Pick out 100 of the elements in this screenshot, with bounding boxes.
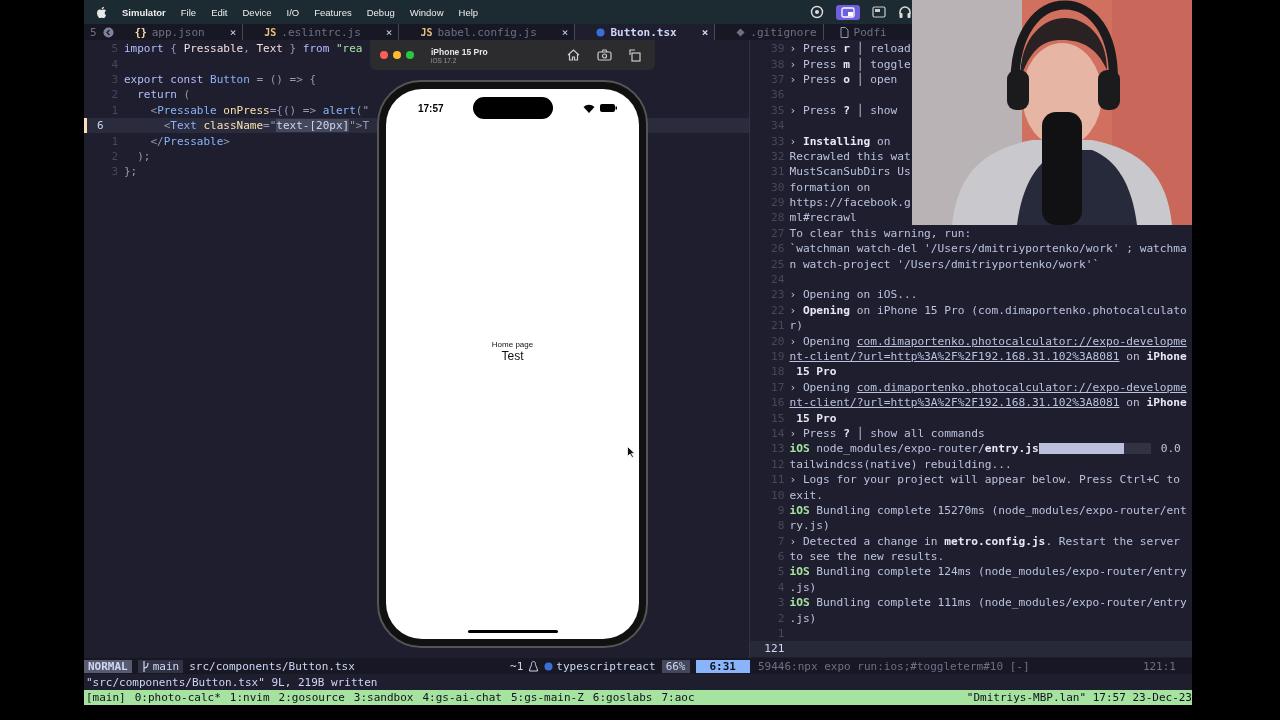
cursor-icon: [627, 446, 635, 458]
branch-icon: [141, 660, 149, 672]
line-number: 121: [763, 642, 786, 656]
terminal-line: › Detected a change in metro.config.js. Restart the server: [789, 534, 1181, 548]
close-button[interactable]: ×: [561, 25, 569, 39]
code-line: return (: [136, 88, 191, 102]
terminal-line: › Logs for your project will appear below. Press Ctrl+C to: [789, 473, 1181, 487]
js-file-icon: JS: [264, 26, 277, 38]
menu-item[interactable]: Debug: [366, 6, 395, 18]
menu-item[interactable]: File: [180, 6, 197, 18]
terminal-line: tailwindcss(native) rebuilding...: [789, 457, 1012, 471]
terminal-line: ml#recrawl: [789, 211, 857, 225]
code-line: export const Button = () => {: [124, 72, 317, 86]
close-button[interactable]: [380, 51, 388, 59]
terminal-line: › Opening on iOS...: [789, 288, 918, 302]
close-button[interactable]: ×: [385, 25, 393, 39]
code-line: <Pressable onPress={() => alert(": [149, 103, 370, 117]
editor-tab[interactable]: Podfi: [823, 24, 887, 40]
file-type: typescriptreact: [544, 659, 656, 673]
editor-tab[interactable]: {} app.json ×: [113, 24, 244, 40]
terminal-line: › Press m │ toggle: [789, 57, 911, 71]
rotate-icon[interactable]: [629, 48, 641, 62]
tmux-window[interactable]: 7:aoc: [661, 691, 695, 704]
terminal-line: exit.: [789, 488, 824, 502]
zoom-button[interactable]: [406, 51, 414, 59]
diamond-icon: [736, 27, 746, 37]
file-path: src/components/Button.tsx: [189, 659, 355, 673]
window-title: iPhone 15 Pro: [431, 46, 488, 57]
camera-icon[interactable]: [597, 49, 612, 61]
terminal-line: To clear this warning, run:: [789, 226, 972, 240]
terminal-line: r): [789, 319, 803, 333]
terminal-line: `watchman watch-del '/Users/dmitriyportenko/work' ; watchma: [789, 242, 1187, 256]
terminal-line: › Installing on: [789, 134, 891, 148]
terminal-line: Recrawled this wat: [789, 149, 911, 163]
terminal-line: ry.js): [789, 519, 830, 533]
test-button[interactable]: Test: [501, 349, 524, 363]
screen-share-icon[interactable]: [836, 4, 860, 20]
line-number: 6: [96, 119, 105, 133]
tmux-window[interactable]: 2:gosource: [278, 691, 345, 704]
terminal-line: nt-client/?url=http%3A%2F%2F192.168.31.102%3A8081 on iPhone: [789, 350, 1187, 363]
editor-tab[interactable]: Button.tsx ×: [575, 24, 716, 40]
close-button[interactable]: ×: [229, 25, 237, 39]
link[interactable]: nt-client/?url=http%3A%2F%2F192.168.31.102%3A8081: [789, 350, 1120, 363]
status-message: "src/components/Button.tsx" 9L, 219B written: [86, 675, 378, 689]
terminal-line: › Press r │ reload: [789, 42, 911, 56]
menu-item[interactable]: I/O: [286, 6, 300, 18]
menu-item[interactable]: Edit: [211, 6, 228, 18]
cursor-position: 6:31: [695, 659, 750, 673]
code-line: import { Pressable, Text } from "rea: [124, 42, 363, 56]
diff-count: ~1: [510, 659, 524, 673]
mode-indicator: NORMAL: [84, 659, 132, 673]
terminal-line: 15 Pro: [795, 411, 837, 425]
terminal-line: to see the new results.: [789, 550, 945, 564]
file-icon: [839, 26, 849, 38]
tmux-window[interactable]: 3:sandbox: [353, 691, 414, 704]
tmux-window[interactable]: 6:goslabs: [592, 691, 653, 704]
link[interactable]: nt-client/?url=http%3A%2F%2F192.168.31.102%3A8081: [789, 396, 1120, 410]
page-heading: Home page: [491, 340, 534, 349]
menu-item[interactable]: Features: [314, 6, 352, 18]
json-file-icon: {}: [134, 26, 147, 38]
tmux-window[interactable]: 4:gs-ai-chat: [422, 691, 502, 704]
window-icon[interactable]: [872, 6, 886, 18]
terminal-line: MustScanSubDirs Us: [789, 165, 911, 179]
terminal-line: iOS Bundling complete 111ms (node_modules/expo-router/entry: [789, 596, 1187, 610]
terminal-line: iOS Bundling complete 15270ms (node_modules/expo-router/ent: [789, 503, 1187, 517]
terminal-line: n watch-project '/Users/dmitriyportenko/work'`: [789, 257, 1100, 271]
control-icon[interactable]: [810, 5, 824, 19]
terminal-line: › Opening on iPhone 15 Pro (com.dimaportenko.photocalculato: [789, 303, 1187, 317]
link[interactable]: com.dimaportenko.photocalculator://expo-developme: [856, 380, 1187, 394]
penguin-icon: [529, 660, 539, 672]
terminal-line: 0.0: [1160, 442, 1181, 456]
headphones-icon[interactable]: [898, 5, 912, 19]
host-clock: "Dmitriys-MBP.lan" 17:57 23-Dec-23: [966, 691, 1192, 704]
terminal-line: › Press ? │ show all commands: [789, 426, 985, 440]
status-time: 17:57: [418, 102, 444, 114]
scroll-percent: 66%: [661, 659, 690, 673]
dot-icon: [544, 661, 554, 671]
tmux-window[interactable]: 5:gs-main-Z: [510, 691, 584, 704]
terminal-line: › Press ? │ show: [789, 103, 898, 117]
close-button[interactable]: ×: [701, 25, 709, 39]
apple-logo-icon[interactable]: [96, 5, 107, 19]
menu-item[interactable]: Window: [409, 6, 444, 18]
minimize-button[interactable]: [393, 51, 401, 59]
session-name: [main]: [86, 691, 126, 704]
terminal-line: iOS Bundling complete 124ms (node_modules/expo-router/entry: [789, 565, 1187, 579]
terminal-line: iOS node_modules/expo-router/entry.js: [789, 442, 1039, 456]
home-icon[interactable]: [567, 49, 580, 61]
link[interactable]: com.dimaportenko.photocalculator://expo-developme: [856, 334, 1187, 348]
tmux-window[interactable]: 0:photo-calc*: [134, 691, 221, 704]
menu-item[interactable]: Help: [458, 6, 479, 18]
terminal-line: https://facebook.g: [789, 196, 911, 210]
terminal-line: .js): [789, 611, 817, 625]
battery-icon: [600, 104, 617, 112]
terminal-line: nt-client/?url=http%3A%2F%2F192.168.31.102%3A8081 on iPhone: [789, 396, 1187, 410]
menu-item[interactable]: Simulator: [122, 6, 166, 18]
cursor-position: 121:1: [1142, 659, 1176, 673]
code-line: </Pressable>: [149, 134, 230, 148]
wifi-icon: [583, 103, 595, 113]
tmux-window[interactable]: 1:nvim: [229, 691, 270, 704]
menu-item[interactable]: Device: [242, 6, 272, 18]
